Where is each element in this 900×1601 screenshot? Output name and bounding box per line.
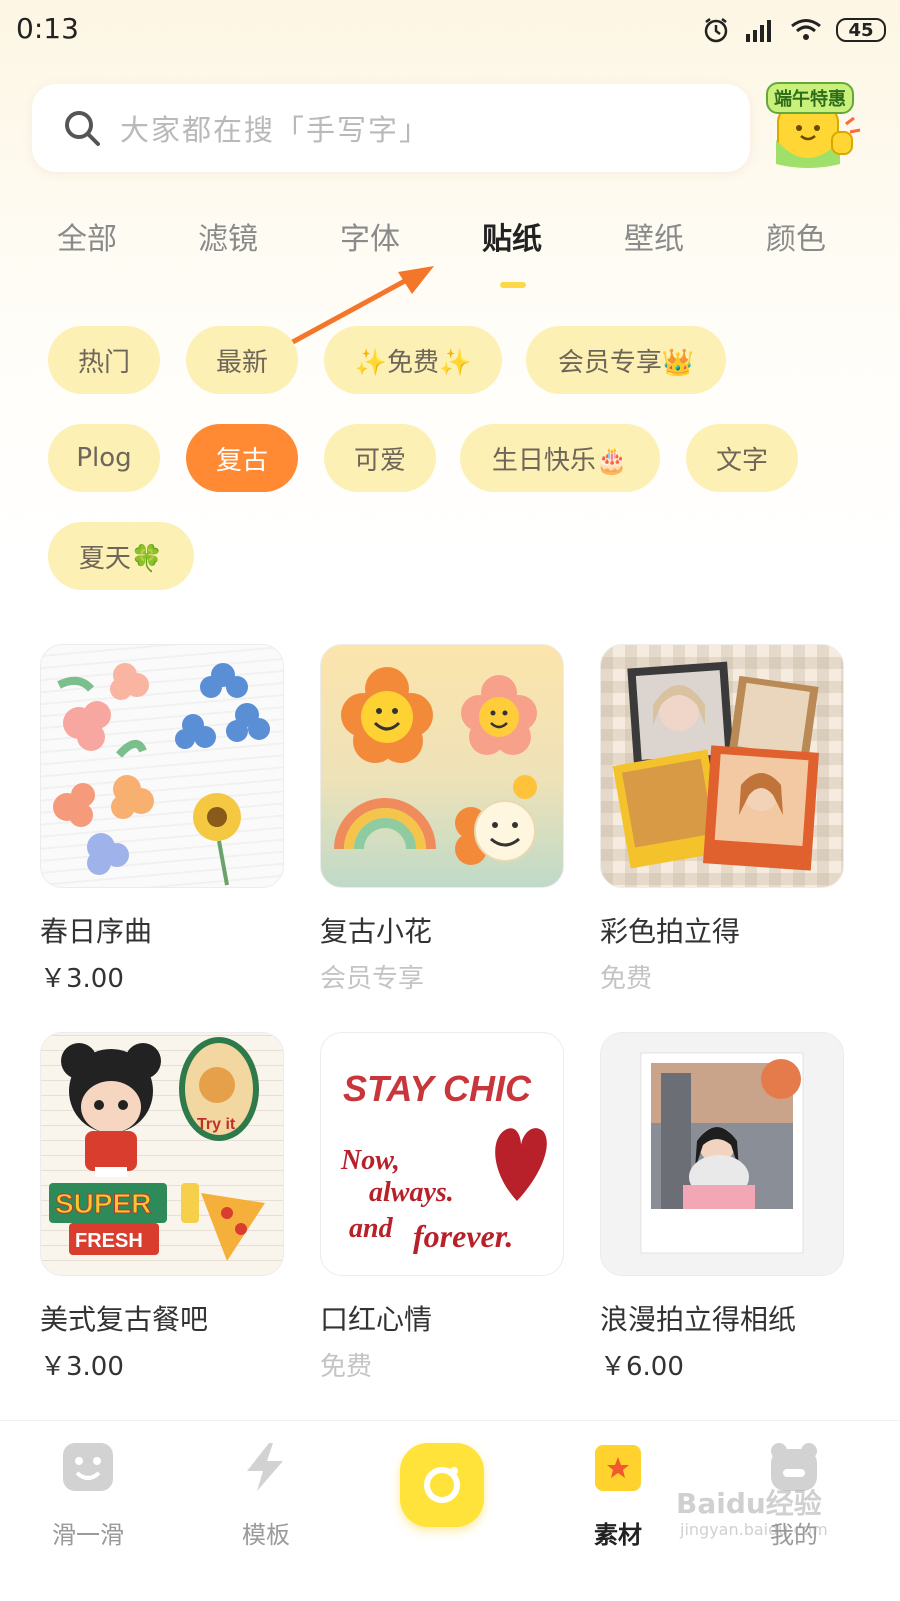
svg-text:always.: always. xyxy=(369,1177,454,1208)
sticker-name: 春日序曲 xyxy=(40,915,153,948)
sticker-card[interactable]: STAY CHIC Now, always. and forever. 口红心情… xyxy=(320,1032,564,1383)
svg-text:FRESH: FRESH xyxy=(75,1230,143,1252)
sticker-name: 美式复古餐吧 xyxy=(40,1303,209,1336)
sticker-name: 复古小花 xyxy=(320,915,433,948)
sticker-card[interactable]: 春日序曲 ￥3.00 xyxy=(40,644,284,995)
status-icons: 45 xyxy=(702,14,886,46)
tab-stickers-label: 贴纸 xyxy=(482,222,542,257)
chip-cute[interactable]: 可爱 xyxy=(324,424,436,492)
smiley-flower-art xyxy=(334,667,537,865)
sticker-thumbnail: STAY CHIC Now, always. and forever. xyxy=(320,1032,564,1276)
search-icon xyxy=(65,111,100,146)
polaroid-photo-art xyxy=(640,1052,804,1254)
alarm-icon xyxy=(704,18,728,43)
svg-text:and: and xyxy=(349,1213,394,1244)
sticker-price: ￥3.00 xyxy=(40,964,124,994)
signal-icon xyxy=(746,20,771,42)
polaroid-collage-art xyxy=(612,661,819,871)
lipstick-text-art: STAY CHIC Now, always. and forever. xyxy=(340,1068,547,1254)
wifi-icon xyxy=(791,19,821,40)
svg-text:forever.: forever. xyxy=(413,1218,513,1254)
tab-wallpapers[interactable]: 壁纸 xyxy=(594,214,714,258)
chip-plog[interactable]: Plog xyxy=(48,424,160,492)
nav-label: 素材 xyxy=(594,1521,642,1549)
active-tab-indicator xyxy=(500,282,526,288)
sticker-price: ￥6.00 xyxy=(600,1352,684,1382)
sticker-thumbnail xyxy=(600,1032,844,1276)
sticker-thumbnail xyxy=(600,644,844,888)
promo-tag: 端午特惠 xyxy=(766,82,854,114)
sticker-card[interactable]: 复古小花 会员专享 xyxy=(320,644,564,995)
sticker-name: 浪漫拍立得相纸 xyxy=(600,1303,797,1336)
nav-label: 模板 xyxy=(242,1521,290,1549)
nav-templates[interactable]: 模板 xyxy=(206,1441,326,1550)
search-bar[interactable]: 大家都在搜「手写字」 xyxy=(32,84,750,172)
tab-stickers[interactable]: 贴纸 xyxy=(452,214,572,288)
sticker-price: ￥3.00 xyxy=(40,1352,124,1382)
chip-member[interactable]: 会员专享👑 xyxy=(526,326,726,394)
promo-badge[interactable]: 端午特惠 xyxy=(766,80,862,172)
sticker-card[interactable]: 浪漫拍立得相纸 ￥6.00 xyxy=(600,1032,844,1383)
chip-retro[interactable]: 复古 xyxy=(186,424,298,492)
status-bar: 0:13 45 xyxy=(0,0,900,64)
sticker-price: 免费 xyxy=(320,1352,373,1382)
chip-hot[interactable]: 热门 xyxy=(48,326,160,394)
tab-all[interactable]: 全部 xyxy=(27,214,147,258)
sticker-name: 彩色拍立得 xyxy=(600,915,741,948)
sticker-card[interactable]: 彩色拍立得 免费 xyxy=(600,644,844,995)
tab-colors[interactable]: 颜色 xyxy=(736,214,856,258)
sticker-thumbnail xyxy=(320,644,564,888)
sticker-thumbnail xyxy=(40,644,284,888)
tab-fonts[interactable]: 字体 xyxy=(310,214,430,258)
chip-summer[interactable]: 夏天🍀 xyxy=(48,522,194,590)
svg-text:SUPER: SUPER xyxy=(55,1188,151,1219)
lightning-icon xyxy=(247,1443,283,1491)
camera-button[interactable] xyxy=(400,1443,484,1527)
tab-filters[interactable]: 滤镜 xyxy=(168,214,288,258)
sticker-price: 会员专享 xyxy=(320,964,425,994)
sticker-thumbnail: Try it SUPER FRESH xyxy=(40,1032,284,1276)
chip-newest[interactable]: 最新 xyxy=(186,326,298,394)
star-bag-icon xyxy=(595,1445,641,1491)
sticker-card[interactable]: Try it SUPER FRESH 美式复古餐吧 ￥3.00 xyxy=(40,1032,284,1383)
watermark-logo: Baidu经验 xyxy=(676,1487,822,1520)
sticker-price: 免费 xyxy=(600,964,653,994)
chip-text[interactable]: 文字 xyxy=(686,424,798,492)
watermark-url: jingyan.baidu.com xyxy=(680,1520,828,1539)
svg-text:Try it: Try it xyxy=(197,1116,236,1133)
chip-birthday[interactable]: 生日快乐🎂 xyxy=(460,424,660,492)
face-icon xyxy=(63,1443,113,1491)
status-time: 0:13 xyxy=(16,12,79,45)
flower-sticker-art xyxy=(53,663,270,886)
sticker-name: 口红心情 xyxy=(320,1303,433,1336)
nav-swipe[interactable]: 滑一滑 xyxy=(28,1441,148,1550)
category-tabs: 全部 滤镜 字体 贴纸 壁纸 颜色 xyxy=(0,214,900,294)
svg-text:Now,: Now, xyxy=(340,1145,400,1176)
nav-materials[interactable]: 素材 xyxy=(558,1441,678,1550)
nav-label: 滑一滑 xyxy=(52,1521,124,1549)
search-placeholder: 大家都在搜「手写字」 xyxy=(120,113,431,147)
diner-sticker-art: Try it SUPER FRESH xyxy=(49,1037,265,1261)
chip-free[interactable]: ✨免费✨ xyxy=(324,326,502,394)
camera-icon xyxy=(424,1467,460,1503)
svg-text:STAY CHIC: STAY CHIC xyxy=(343,1068,532,1109)
battery-indicator: 45 xyxy=(836,18,886,42)
